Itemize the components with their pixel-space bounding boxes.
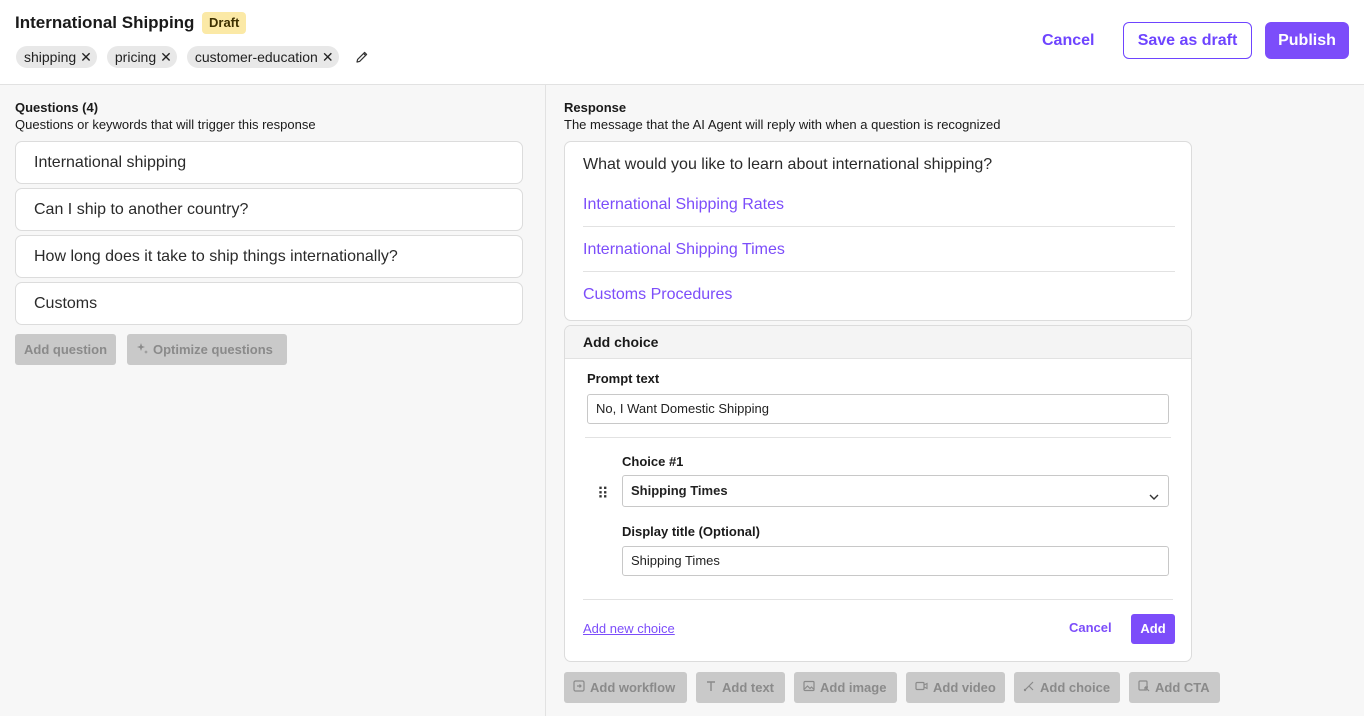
optimize-questions-button[interactable]: Optimize questions [127, 334, 287, 365]
save-as-draft-button[interactable]: Save as draft [1123, 22, 1252, 59]
tag-chip: shipping ✕ [16, 46, 97, 68]
add-choice-header: Add choice [565, 326, 1191, 359]
sparkle-icon [136, 342, 148, 357]
add-text-label: Add text [722, 680, 774, 695]
choice-select[interactable]: Shipping Times [622, 475, 1169, 507]
publish-button[interactable]: Publish [1265, 22, 1349, 59]
question-item[interactable]: Customs [15, 282, 523, 325]
optimize-questions-label: Optimize questions [153, 342, 273, 357]
header-bar: International Shipping Draft shipping ✕ … [0, 0, 1364, 85]
divider [585, 437, 1171, 438]
add-choice-panel: Add choice Prompt text No, I Want Domest… [564, 325, 1192, 662]
add-choice-submit-button[interactable]: Add [1131, 614, 1175, 644]
panel-divider [545, 85, 546, 716]
question-item[interactable]: Can I ship to another country? [15, 188, 523, 231]
remove-tag-icon[interactable]: ✕ [322, 49, 334, 66]
response-card: What would you like to learn about inter… [564, 141, 1192, 321]
choice-number-label: Choice #1 [622, 454, 684, 469]
questions-subtitle: Questions or keywords that will trigger … [15, 117, 316, 132]
questions-title: Questions (4) [15, 100, 99, 115]
add-new-choice-link[interactable]: Add new choice [583, 621, 675, 636]
response-subtitle: The message that the AI Agent will reply… [564, 117, 1001, 132]
divider [583, 599, 1173, 600]
add-text-button[interactable]: Add text [696, 672, 785, 703]
cancel-button[interactable]: Cancel [1030, 22, 1106, 59]
response-choice-link[interactable]: Customs Procedures [583, 272, 1175, 317]
drag-handle-icon[interactable]: ⠿ [597, 484, 609, 504]
display-title-input[interactable]: Shipping Times [622, 546, 1169, 576]
tag-list: shipping ✕ pricing ✕ customer-education … [16, 46, 370, 68]
add-cta-button[interactable]: Add CTA [1129, 672, 1220, 703]
add-choice-label: Add choice [1040, 680, 1111, 695]
response-choice-link[interactable]: International Shipping Rates [583, 182, 1175, 227]
tag-chip: pricing ✕ [106, 46, 177, 68]
text-icon [705, 680, 717, 695]
page-title: International Shipping [15, 13, 195, 32]
tag-label: customer-education [194, 49, 318, 65]
choice-select-value: Shipping Times [631, 483, 728, 498]
remove-tag-icon[interactable]: ✕ [80, 49, 92, 66]
display-title-label: Display title (Optional) [622, 524, 760, 539]
image-icon [803, 680, 815, 695]
add-video-button[interactable]: Add video [906, 672, 1005, 703]
cta-icon [1138, 680, 1150, 695]
add-image-label: Add image [820, 680, 887, 695]
add-image-button[interactable]: Add image [794, 672, 897, 703]
add-workflow-button[interactable]: Add workflow [564, 672, 687, 703]
prompt-text-label: Prompt text [587, 371, 660, 386]
edit-tags-pencil-icon[interactable] [354, 49, 370, 65]
response-title: Response [564, 100, 627, 115]
chevron-down-icon [1148, 484, 1160, 514]
add-question-label: Add question [24, 342, 108, 357]
cancel-choice-button[interactable]: Cancel [1069, 620, 1112, 635]
tag-chip: customer-education ✕ [186, 46, 339, 68]
status-badge: Draft [202, 12, 247, 34]
add-workflow-label: Add workflow [590, 680, 676, 695]
tag-label: shipping [24, 49, 77, 65]
add-question-button[interactable]: Add question [15, 334, 117, 365]
remove-tag-icon[interactable]: ✕ [160, 49, 172, 66]
workflow-icon [573, 680, 585, 695]
video-icon [915, 680, 928, 695]
prompt-text-input[interactable]: No, I Want Domestic Shipping [587, 394, 1169, 424]
add-cta-label: Add CTA [1155, 680, 1210, 695]
choice-icon [1023, 680, 1035, 695]
add-video-label: Add video [933, 680, 996, 695]
response-message[interactable]: What would you like to learn about inter… [583, 156, 992, 174]
response-choice-link[interactable]: International Shipping Times [583, 227, 1175, 272]
tag-label: pricing [114, 49, 157, 65]
question-item[interactable]: International shipping [15, 141, 523, 184]
question-item[interactable]: How long does it take to ship things int… [15, 235, 523, 278]
add-choice-button[interactable]: Add choice [1014, 672, 1120, 703]
